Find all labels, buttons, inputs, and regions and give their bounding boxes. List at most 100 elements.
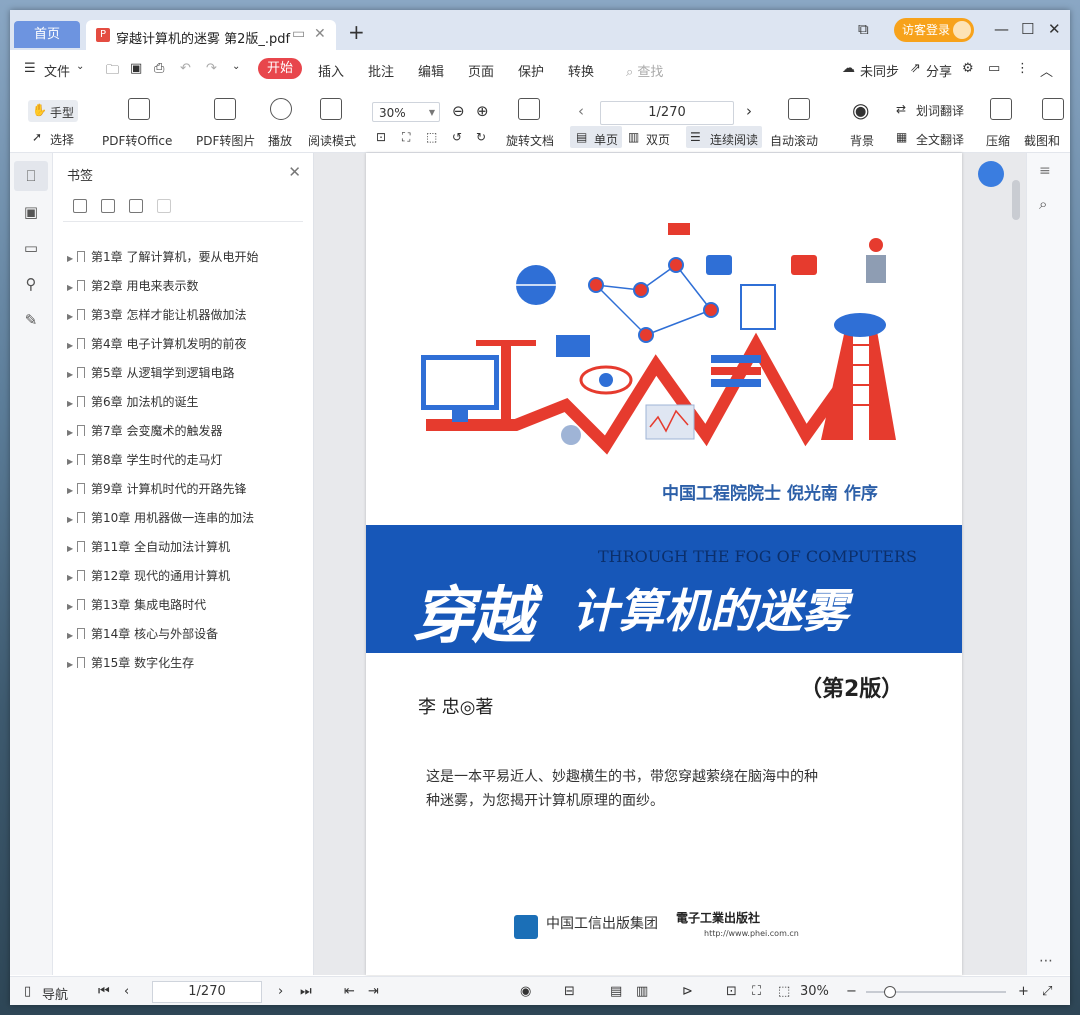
floating-tool-button[interactable] xyxy=(978,161,1004,187)
next-page-icon[interactable]: › xyxy=(746,102,752,120)
save-icon[interactable]: ▣ xyxy=(130,61,142,76)
double-page-button[interactable]: 双页 xyxy=(646,131,670,148)
actual-size-status-icon[interactable]: ⊡ xyxy=(726,984,737,999)
message-icon[interactable]: ▭ xyxy=(988,61,1000,76)
prev-page-status-icon[interactable]: ‹ xyxy=(124,984,129,999)
undo-icon[interactable]: ↶ xyxy=(180,61,191,76)
thumbnail-icon[interactable]: ▣ xyxy=(22,203,40,221)
expand-icon[interactable]: ▶ xyxy=(67,394,77,414)
bookmark-item[interactable]: ▶ 第3章 怎样才能让机器做加法 xyxy=(67,305,246,325)
remove-bookmark-icon[interactable] xyxy=(157,199,171,213)
quick-access-more-icon[interactable]: ⌄ xyxy=(232,61,240,72)
zoom-out-icon[interactable]: ⊖ xyxy=(452,102,465,120)
zoom-out-status-icon[interactable]: − xyxy=(846,984,857,999)
play-status-icon[interactable]: ⊳ xyxy=(682,984,693,999)
double-page-status-icon[interactable]: ▥ xyxy=(636,984,648,999)
expand-icon[interactable]: ▶ xyxy=(67,568,77,588)
play-button[interactable]: 播放 xyxy=(268,132,292,149)
expand-icon[interactable]: ▶ xyxy=(67,249,77,269)
actual-size-icon[interactable]: ⊡ xyxy=(376,130,386,144)
compress-button[interactable]: 压缩 xyxy=(986,132,1010,149)
menu-convert[interactable]: 转换 xyxy=(568,61,594,80)
single-page-button[interactable]: 单页 xyxy=(594,131,618,148)
hamburger-icon[interactable]: ☰ xyxy=(24,61,36,76)
share-button[interactable]: 分享 xyxy=(926,61,952,80)
tab-document[interactable]: P 穿越计算机的迷雾 第2版_.pdf ▭ ✕ xyxy=(86,20,336,50)
menu-start[interactable]: 开始 xyxy=(258,58,302,79)
chevron-down-icon[interactable]: ⌄ xyxy=(76,61,84,72)
search-field[interactable]: ⌕ 查找 xyxy=(626,61,663,80)
bookmark-item[interactable]: ▶ 第5章 从逻辑学到逻辑电路 xyxy=(67,363,234,383)
read-mode-button[interactable]: 阅读模式 xyxy=(308,132,356,149)
navigation-toggle[interactable]: 导航 xyxy=(42,984,68,1003)
fit-width-status-icon-2[interactable]: ⬚ xyxy=(778,984,790,999)
bookmark-item[interactable]: ▶ 第10章 用机器做一连串的加法 xyxy=(67,508,254,528)
expand-icon[interactable]: ▶ xyxy=(67,481,77,501)
zoom-slider-knob[interactable] xyxy=(884,986,896,998)
back-icon[interactable]: ⇤ xyxy=(344,984,355,999)
bookmark-item[interactable]: ▶ 第7章 会变魔术的触发器 xyxy=(67,421,222,441)
bookmark-item[interactable]: ▶ 第12章 现代的通用计算机 xyxy=(67,566,230,586)
expand-icon[interactable]: ▶ xyxy=(67,423,77,443)
bookmark-item[interactable]: ▶ 第11章 全自动加法计算机 xyxy=(67,537,230,557)
background-button[interactable]: 背景 xyxy=(850,132,874,149)
zoom-slider[interactable] xyxy=(866,986,1006,998)
bookmark-icon[interactable]: ⎕ xyxy=(22,167,40,185)
pdf-to-office-button[interactable]: PDF转Office xyxy=(102,132,172,149)
expand-icon[interactable]: ▶ xyxy=(67,365,77,385)
expand-icon[interactable]: ▶ xyxy=(67,597,77,617)
last-page-icon[interactable]: ⏭ xyxy=(300,984,312,999)
new-tab-button[interactable]: + xyxy=(348,22,365,42)
page-number-input[interactable]: 1/270 xyxy=(600,101,734,125)
bookmark-item[interactable]: ▶ 第13章 集成电路时代 xyxy=(67,595,206,615)
comment-icon[interactable]: ▭ xyxy=(22,239,40,257)
menu-insert[interactable]: 插入 xyxy=(318,61,344,80)
minimize-icon[interactable]: — xyxy=(994,20,1009,38)
signature-icon[interactable]: ✎ xyxy=(22,311,40,329)
next-page-status-icon[interactable]: › xyxy=(278,984,283,999)
bookmark-item[interactable]: ▶ 第6章 加法机的诞生 xyxy=(67,392,198,412)
expand-icon[interactable]: ▶ xyxy=(67,655,77,675)
bookmark-item[interactable]: ▶ 第9章 计算机时代的开路先锋 xyxy=(67,479,246,499)
zoom-status-select[interactable]: 30% xyxy=(800,984,829,999)
full-translate-button[interactable]: 全文翻译 xyxy=(916,131,964,148)
sync-status[interactable]: 未同步 xyxy=(860,61,899,80)
menu-edit[interactable]: 编辑 xyxy=(418,61,444,80)
screenshot-button[interactable]: 截图和 xyxy=(1024,132,1060,149)
redo-icon[interactable]: ↷ xyxy=(206,61,217,76)
hand-tool-button[interactable]: ✋ 手型 xyxy=(28,100,78,122)
maximize-icon[interactable]: ☐ xyxy=(1021,20,1034,38)
add-bookmark-icon[interactable] xyxy=(73,199,87,213)
pin-tab-icon[interactable]: ▭ xyxy=(292,26,305,42)
close-panel-icon[interactable]: ✕ xyxy=(288,163,301,181)
open-folder-icon[interactable]: 🗀 xyxy=(106,61,119,83)
expand-icon[interactable]: ▶ xyxy=(67,278,77,298)
expand-icon[interactable]: ▶ xyxy=(67,307,77,327)
fit-page-icon[interactable]: ⛶ xyxy=(402,130,410,145)
forward-icon[interactable]: ⇥ xyxy=(368,984,379,999)
expand-icon[interactable]: ▶ xyxy=(67,539,77,559)
attachment-icon[interactable]: ⚲ xyxy=(22,275,40,293)
panel-menu-icon[interactable]: ≡ xyxy=(1039,163,1051,179)
fit-width-status-icon[interactable]: ⊟ xyxy=(564,984,575,999)
zoom-in-status-icon[interactable]: + xyxy=(1018,984,1029,999)
continuous-read-button[interactable]: 连续阅读 xyxy=(710,131,758,148)
settings-icon[interactable]: ⚙ xyxy=(962,61,974,76)
bookmark-item[interactable]: ▶ 第14章 核心与外部设备 xyxy=(67,624,218,644)
pdf-to-image-button[interactable]: PDF转图片 xyxy=(196,132,255,149)
more-options-icon[interactable]: ⋯ xyxy=(1039,953,1053,969)
rotate-document-button[interactable]: 旋转文档 xyxy=(506,132,554,149)
menu-comment[interactable]: 批注 xyxy=(368,61,394,80)
close-window-icon[interactable]: ✕ xyxy=(1048,20,1061,38)
tab-home[interactable]: 首页 xyxy=(14,21,80,48)
auto-scroll-button[interactable]: 自动滚动 xyxy=(770,132,818,149)
zoom-in-icon[interactable]: ⊕ xyxy=(476,102,489,120)
bookmark-item[interactable]: ▶ 第8章 学生时代的走马灯 xyxy=(67,450,222,470)
more-icon[interactable]: ⋮ xyxy=(1016,61,1029,76)
fullscreen-icon[interactable]: ⤢ xyxy=(1042,984,1052,999)
rotate-right-icon[interactable]: ↻ xyxy=(476,130,486,144)
print-icon[interactable]: ⎙ xyxy=(154,61,164,76)
first-page-icon[interactable]: ⏮ xyxy=(98,984,110,999)
expand-icon[interactable]: ▶ xyxy=(67,336,77,356)
expand-icon[interactable]: ▶ xyxy=(67,452,77,472)
